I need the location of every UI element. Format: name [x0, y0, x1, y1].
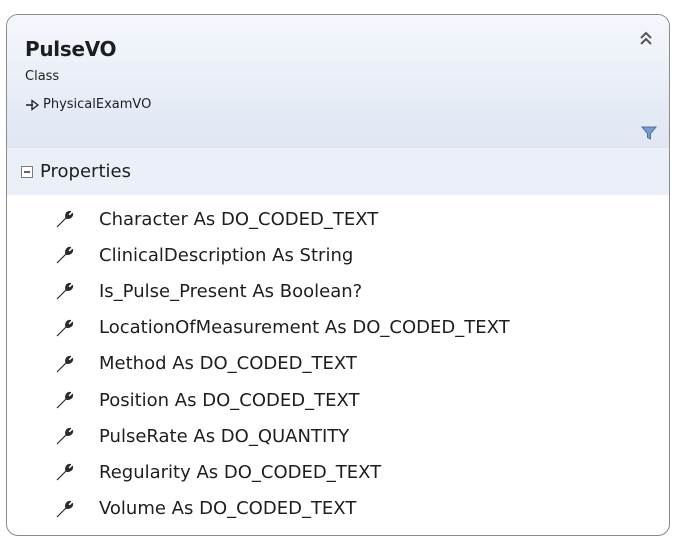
property-text: Regularity As DO_CODED_TEXT: [99, 461, 382, 483]
property-text: ClinicalDescription As String: [99, 244, 354, 266]
wrench-icon: [56, 500, 74, 518]
property-text: PulseRate As DO_QUANTITY: [99, 425, 350, 447]
wrench-icon: [56, 283, 74, 300]
class-stereotype: Class: [25, 69, 60, 84]
class-name[interactable]: PulseVO: [25, 37, 117, 61]
property-text: Method As DO_CODED_TEXT: [99, 353, 357, 375]
base-class: PhysicalExamVO: [25, 97, 151, 112]
wrench-icon: [56, 319, 74, 337]
properties-section-header[interactable]: Properties: [7, 148, 669, 195]
wrench-icon: [56, 428, 74, 445]
base-class-name: PhysicalExamVO: [43, 97, 152, 112]
property-item[interactable]: LocationOfMeasurement As DO_CODED_TEXT: [7, 310, 669, 346]
wrench-icon: [56, 210, 74, 228]
property-item[interactable]: Character As DO_CODED_TEXT: [7, 201, 669, 237]
minus-box-icon[interactable]: [21, 165, 33, 178]
double-chevron-up-icon[interactable]: [635, 27, 657, 49]
inheritance-arrow-icon: [26, 98, 39, 111]
property-item[interactable]: ClinicalDescription As String: [7, 237, 669, 273]
properties-list: Character As DO_CODED_TEXT ClinicalDescr…: [7, 195, 669, 527]
wrench-icon: [56, 355, 74, 373]
property-text: Volume As DO_CODED_TEXT: [99, 498, 357, 520]
wrench-icon: [56, 391, 74, 409]
properties-section-label: Properties: [40, 161, 131, 182]
property-item[interactable]: Position As DO_CODED_TEXT: [7, 382, 669, 418]
property-text: LocationOfMeasurement As DO_CODED_TEXT: [99, 317, 510, 339]
property-item[interactable]: PulseRate As DO_QUANTITY: [7, 418, 669, 454]
wrench-icon: [56, 247, 74, 264]
property-text: Position As DO_CODED_TEXT: [99, 389, 360, 411]
property-text: Is_Pulse_Present As Boolean?: [99, 280, 363, 302]
property-item[interactable]: Volume As DO_CODED_TEXT: [7, 491, 669, 527]
wrench-icon: [56, 464, 74, 481]
property-item[interactable]: Regularity As DO_CODED_TEXT: [7, 454, 669, 490]
property-item[interactable]: Method As DO_CODED_TEXT: [7, 346, 669, 382]
property-text: Character As DO_CODED_TEXT: [99, 208, 379, 230]
filter-icon[interactable]: [641, 125, 657, 141]
class-shape[interactable]: PulseVO Class PhysicalExamVO Properties …: [6, 14, 670, 536]
property-item[interactable]: Is_Pulse_Present As Boolean?: [7, 273, 669, 309]
class-header[interactable]: PulseVO Class PhysicalExamVO: [7, 15, 669, 148]
